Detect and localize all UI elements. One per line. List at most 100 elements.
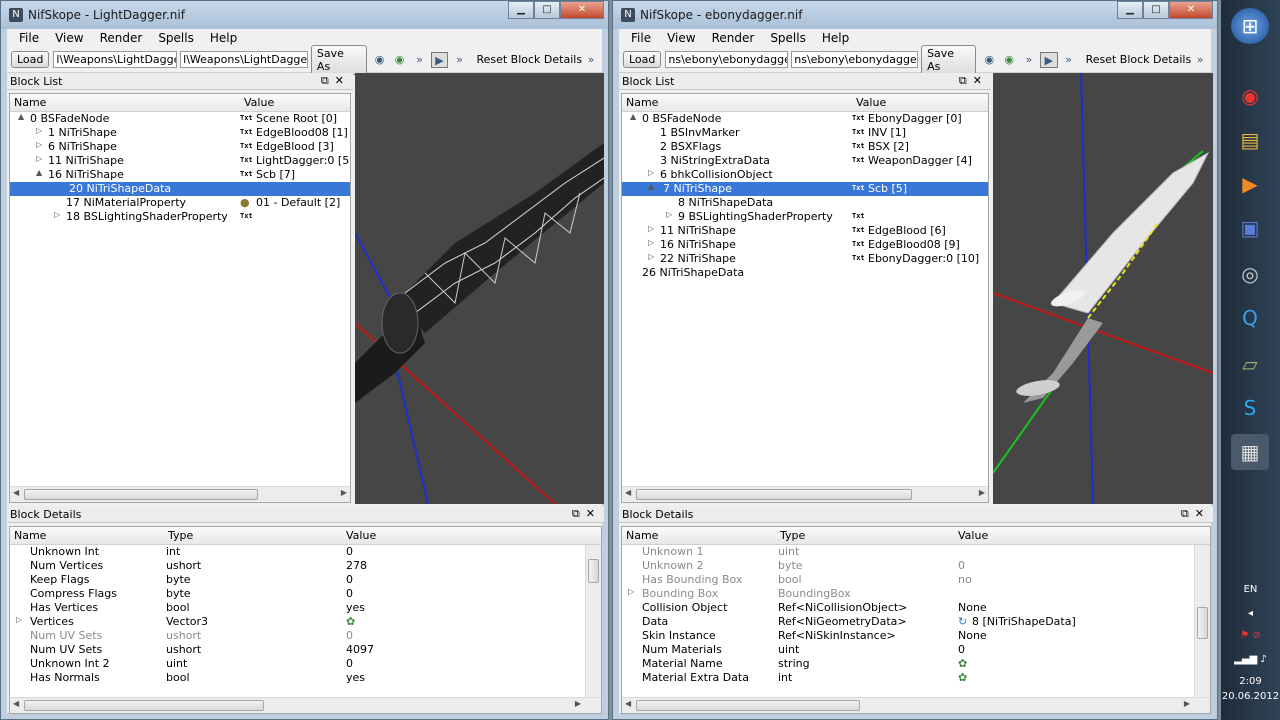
tree-row[interactable]: 2 BSXFlags Txt BSX [2]: [622, 140, 988, 154]
detail-row[interactable]: Unknown Int int 0: [10, 545, 601, 559]
tree-row[interactable]: ▷ 11 NiTriShape Txt EdgeBlood [6]: [622, 224, 988, 238]
details-table[interactable]: Name Type Value Unknown Int int 0 Num Verti…: [9, 526, 602, 714]
detail-row[interactable]: Num Materials uint 0: [622, 643, 1210, 657]
col-name[interactable]: Name: [626, 529, 658, 542]
skype-icon[interactable]: S: [1231, 390, 1269, 426]
search-q-icon[interactable]: Q: [1231, 300, 1269, 336]
edit-leaf-icon[interactable]: ✿: [958, 671, 967, 684]
menu-file[interactable]: File: [623, 31, 659, 45]
menu-spells[interactable]: Spells: [762, 31, 814, 45]
edit-leaf-icon[interactable]: ✿: [958, 657, 967, 670]
chrome-icon[interactable]: ◉: [1231, 78, 1269, 114]
detail-row[interactable]: ▷ Vertices Vector3 ✿: [10, 615, 601, 629]
expand-arrow-icon[interactable]: ▲: [648, 182, 654, 191]
tree-row[interactable]: ▲ 16 NiTriShape Txt Scb [7]: [10, 168, 350, 182]
reset-block-details-button[interactable]: Reset Block Details: [476, 53, 582, 66]
tree-row[interactable]: 20 NiTriShapeData: [10, 182, 350, 196]
detail-row[interactable]: Unknown Int 2 uint 0: [10, 657, 601, 671]
creation-kit-icon[interactable]: ◎: [1231, 256, 1269, 292]
clock-date[interactable]: 20.06.2012: [1221, 691, 1280, 702]
menu-render[interactable]: Render: [92, 31, 151, 45]
menu-render[interactable]: Render: [704, 31, 763, 45]
col-value[interactable]: Value: [958, 529, 988, 542]
clock-time[interactable]: 2:09: [1221, 676, 1280, 687]
panel-float-close-icons[interactable]: ⧉✕: [572, 507, 601, 521]
expand-arrow-icon[interactable]: ▷: [36, 140, 42, 149]
tray-flag-icon[interactable]: ⚑ ⊘: [1221, 630, 1280, 641]
title-bar[interactable]: N NifSkope - ebonydagger.nif ▁ □ ✕: [613, 1, 1217, 29]
tree-row[interactable]: ▲ 7 NiTriShape Txt Scb [5]: [622, 182, 988, 196]
col-value[interactable]: Value: [346, 529, 376, 542]
col-type[interactable]: Type: [780, 529, 805, 542]
title-bar[interactable]: N NifSkope - LightDagger.nif ▁ □ ✕: [1, 1, 608, 29]
more-chevron-icon[interactable]: »: [1020, 52, 1038, 68]
col-name[interactable]: Name: [14, 529, 46, 542]
save-as-button[interactable]: Save As: [921, 44, 977, 75]
tray-arrow-icon[interactable]: ◂: [1221, 608, 1280, 619]
expand-arrow-icon[interactable]: ▷: [648, 252, 654, 261]
tree-row[interactable]: ▷ 9 BSLightingShaderProperty Txt: [622, 210, 988, 224]
tree-row[interactable]: ▲ 0 BSFadeNode Txt Scene Root [0]: [10, 112, 350, 126]
eye-icon[interactable]: ◉: [980, 52, 998, 68]
expand-arrow-icon[interactable]: ▷: [648, 224, 654, 233]
nifskope-taskbar-icon[interactable]: ▦: [1231, 434, 1269, 470]
load-button[interactable]: Load: [623, 51, 662, 68]
expand-arrow-icon[interactable]: ▷: [628, 587, 634, 596]
maximize-button[interactable]: □: [1143, 1, 1169, 19]
detail-row[interactable]: Has Normals bool yes: [10, 671, 601, 685]
panel-float-close-icons[interactable]: ⧉✕: [1181, 507, 1210, 521]
block-tree[interactable]: Name Value ▲ 0 BSFadeNode Txt Scene Root [0…: [9, 93, 351, 503]
tree-row[interactable]: 3 NiStringExtraData Txt WeaponDagger [4]: [622, 154, 988, 168]
detail-row[interactable]: Num Vertices ushort 278: [10, 559, 601, 573]
vertical-scrollbar[interactable]: [585, 545, 601, 697]
horizontal-scrollbar[interactable]: ◀ ▶: [622, 697, 1210, 713]
detail-row[interactable]: Compress Flags byte 0: [10, 587, 601, 601]
close-button[interactable]: ✕: [1169, 1, 1213, 19]
tree-row[interactable]: ▷ 6 bhkCollisionObject: [622, 168, 988, 182]
minimize-button[interactable]: ▁: [1117, 1, 1143, 19]
play-icon[interactable]: ▶: [430, 51, 449, 68]
panel-float-close-icons[interactable]: ⧉✕: [321, 74, 350, 88]
media-player-icon[interactable]: ▶: [1231, 166, 1269, 202]
more-chevron-icon[interactable]: »: [582, 52, 600, 68]
menu-view[interactable]: View: [47, 31, 91, 45]
horizontal-scrollbar[interactable]: ◀ ▶: [622, 486, 988, 502]
expand-arrow-icon[interactable]: ▷: [16, 615, 22, 624]
col-name[interactable]: Name: [626, 96, 658, 109]
expand-arrow-icon[interactable]: ▷: [36, 126, 42, 135]
tree-row[interactable]: ▷ 16 NiTriShape Txt EdgeBlood08 [9]: [622, 238, 988, 252]
tree-row[interactable]: 1 BSInvMarker Txt INV [1]: [622, 126, 988, 140]
expand-arrow-icon[interactable]: ▲: [36, 168, 42, 177]
expand-arrow-icon[interactable]: ▷: [648, 168, 654, 177]
expand-arrow-icon[interactable]: ▷: [648, 238, 654, 247]
tray-network-icon[interactable]: ▂▄▆ ♪: [1221, 654, 1280, 665]
menu-spells[interactable]: Spells: [150, 31, 202, 45]
maximize-button[interactable]: □: [534, 1, 560, 19]
eye-icon[interactable]: ◉: [371, 52, 389, 68]
menu-file[interactable]: File: [11, 31, 47, 45]
tree-row[interactable]: 8 NiTriShapeData: [622, 196, 988, 210]
detail-row[interactable]: Num UV Sets ushort 4097: [10, 643, 601, 657]
detail-row[interactable]: ▷ Bounding Box BoundingBox: [622, 587, 1210, 601]
save-as-button[interactable]: Save As: [310, 44, 367, 75]
menu-help[interactable]: Help: [202, 31, 245, 45]
tree-row[interactable]: ▷ 1 NiTriShape Txt EdgeBlood08 [1]: [10, 126, 350, 140]
detail-row[interactable]: Has Bounding Box bool no: [622, 573, 1210, 587]
tree-row[interactable]: ▷ 11 NiTriShape Txt LightDagger:0 [5]: [10, 154, 350, 168]
expand-arrow-icon[interactable]: ▷: [666, 210, 672, 219]
tree-row[interactable]: ▷ 18 BSLightingShaderProperty Txt: [10, 210, 350, 224]
detail-row[interactable]: Material Extra Data int ✿: [622, 671, 1210, 685]
tree-row[interactable]: ▷ 22 NiTriShape Txt EbonyDagger:0 [10]: [622, 252, 988, 266]
load-path-field[interactable]: ns\ebony\ebonydagger.nif: [665, 51, 789, 68]
play-icon[interactable]: ▶: [1039, 51, 1058, 68]
more-chevron-icon[interactable]: »: [450, 52, 468, 68]
detail-row[interactable]: Has Vertices bool yes: [10, 601, 601, 615]
detail-row[interactable]: Unknown 2 byte 0: [622, 559, 1210, 573]
details-table[interactable]: Name Type Value Unknown 1 uint Unknown 2 by…: [621, 526, 1211, 714]
panel-float-close-icons[interactable]: ⧉✕: [959, 74, 988, 88]
language-indicator[interactable]: EN: [1221, 584, 1280, 595]
3d-viewport[interactable]: [993, 73, 1213, 504]
save-disk-icon[interactable]: ▣: [1231, 210, 1269, 246]
eye-green-icon[interactable]: ◉: [391, 52, 409, 68]
save-path-field[interactable]: l\Weapons\LightDagger.nif: [180, 51, 308, 68]
